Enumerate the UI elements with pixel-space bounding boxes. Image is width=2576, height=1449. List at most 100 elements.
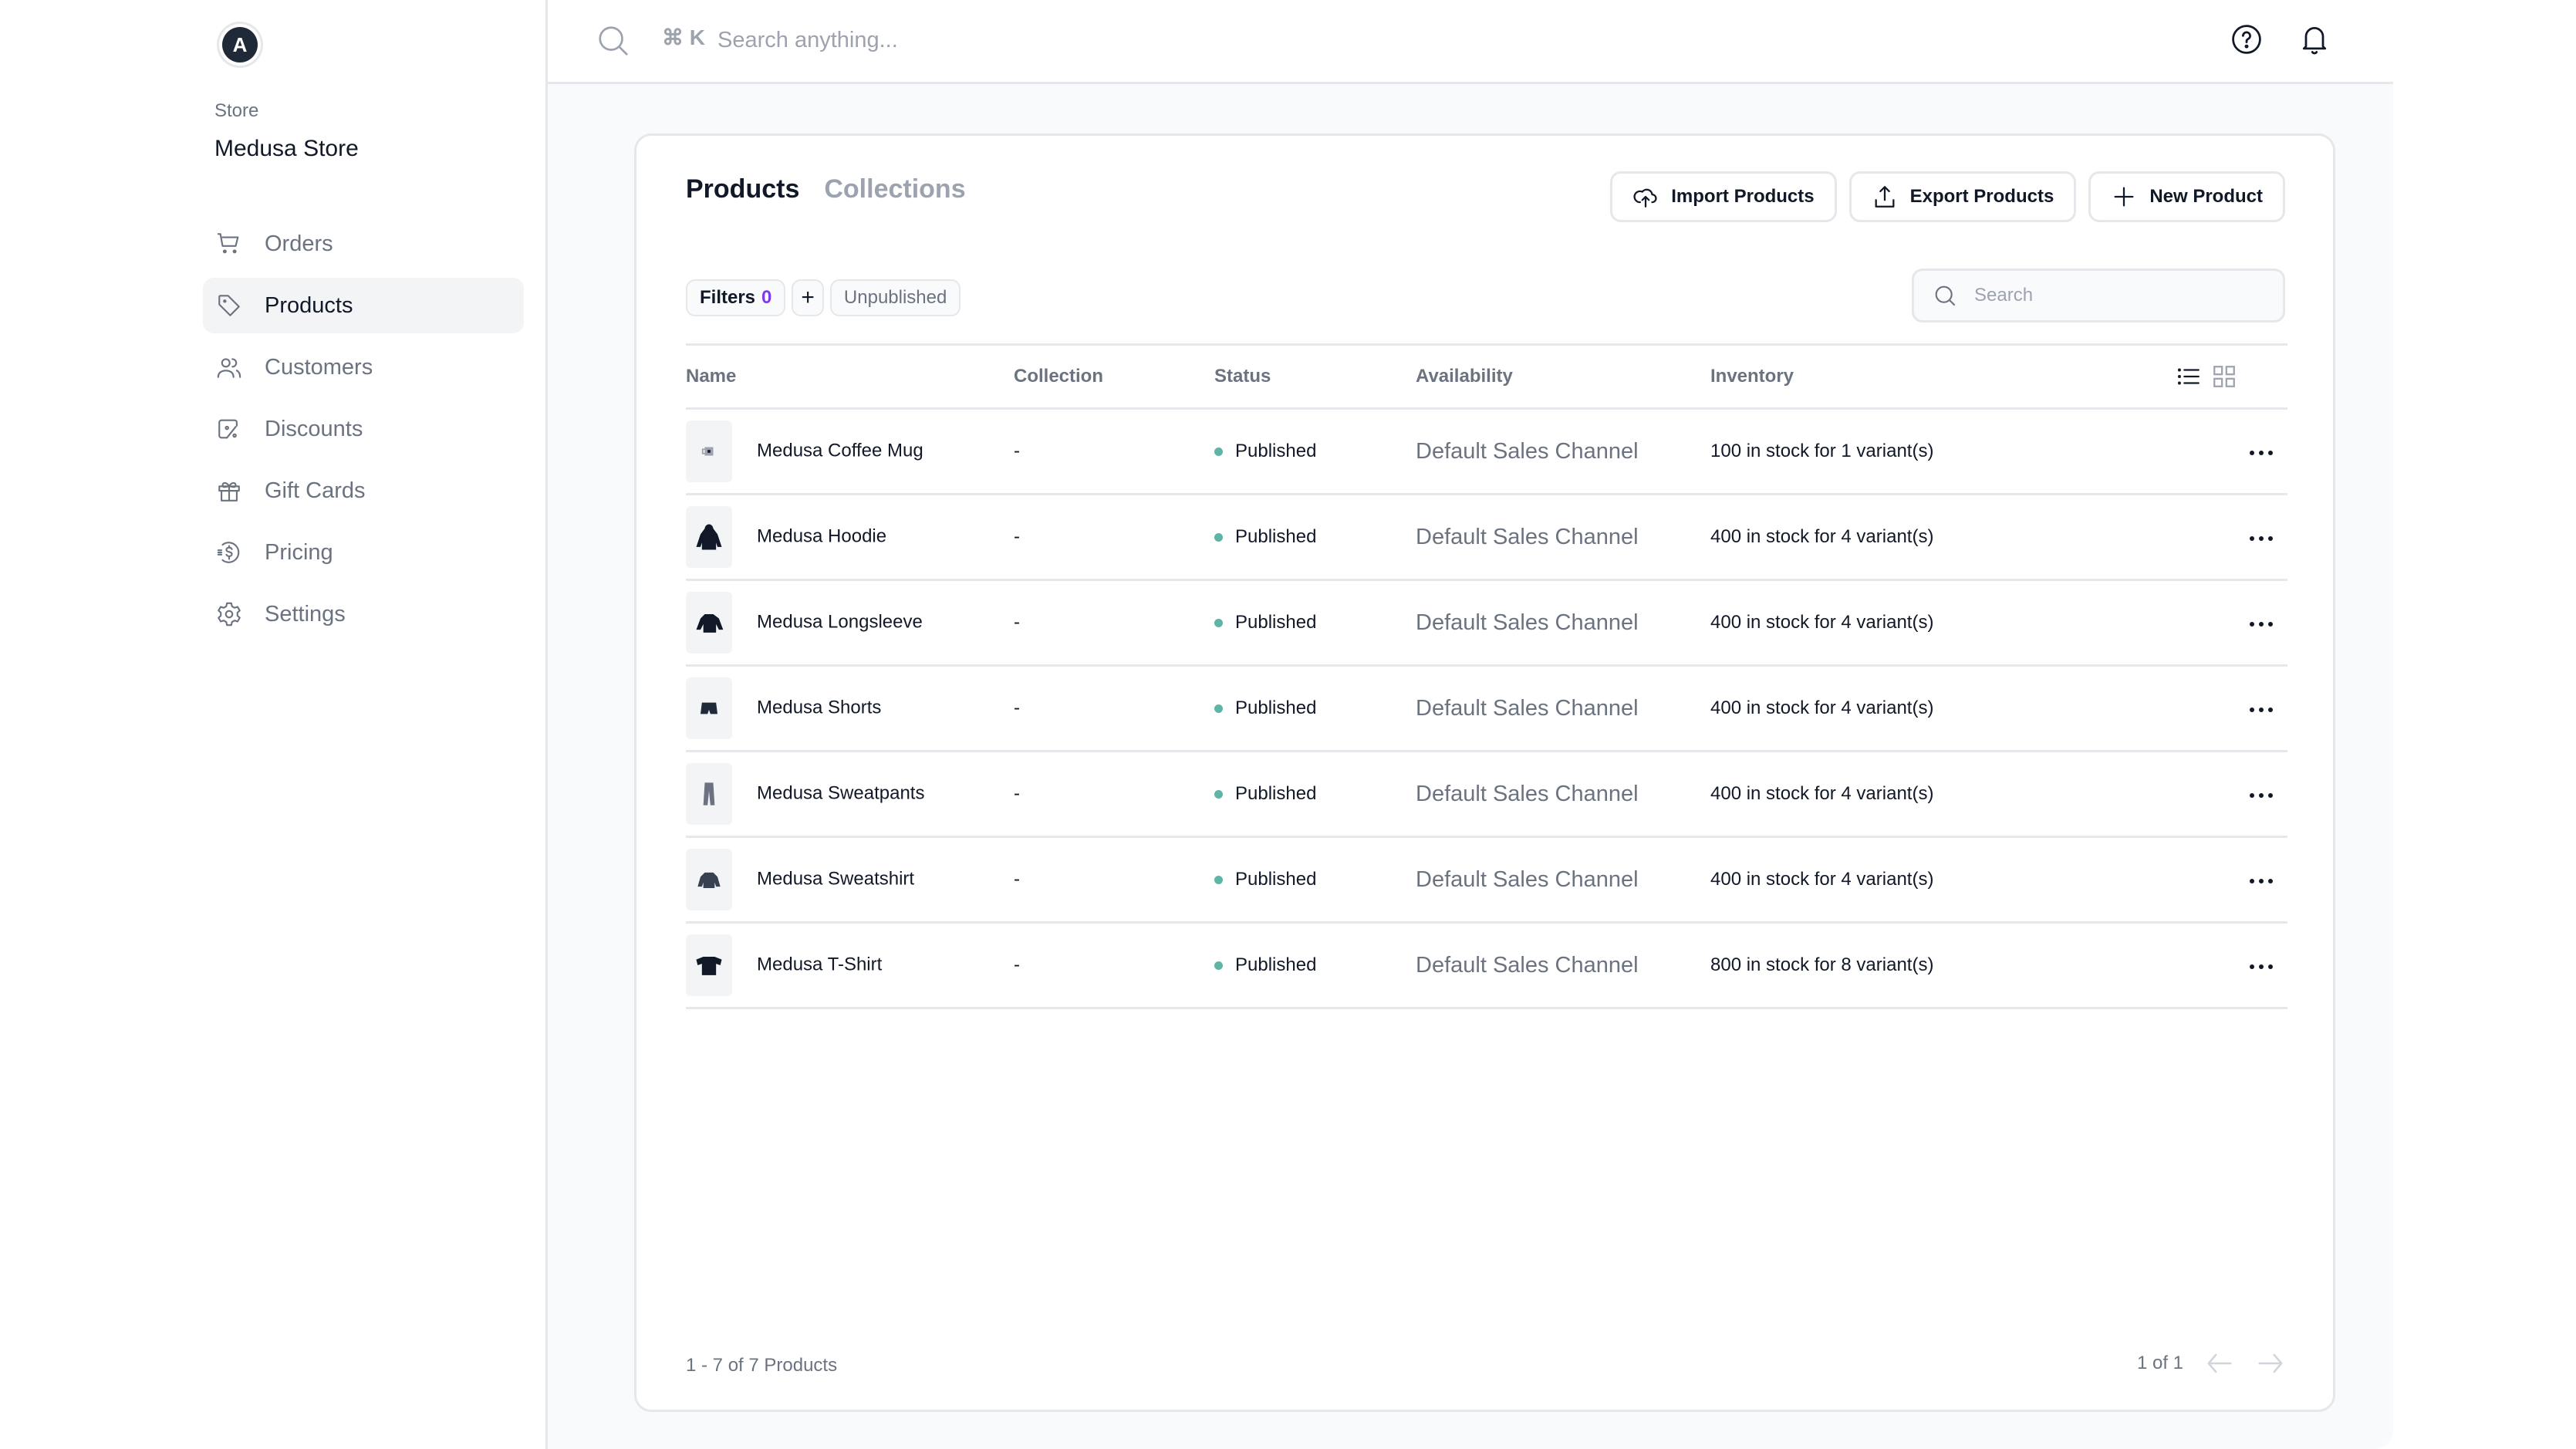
cell-status: Published <box>1214 408 1416 495</box>
new-product-button[interactable]: New Product <box>2088 171 2285 222</box>
import-products-button[interactable]: Import Products <box>1610 171 1837 222</box>
sidebar-nav: Orders Products Customers Discounts Gift… <box>203 216 524 648</box>
more-options-icon[interactable] <box>2247 877 2275 885</box>
discount-icon <box>215 415 243 443</box>
more-options-icon[interactable] <box>2247 449 2275 457</box>
plus-icon <box>2114 187 2134 207</box>
more-options-icon[interactable] <box>2247 620 2275 628</box>
cell-actions <box>2096 665 2287 752</box>
column-header-name[interactable]: Name <box>686 343 1014 410</box>
status-label: Published <box>1235 954 1317 975</box>
cell-inventory: 400 in stock for 4 variant(s) <box>1710 665 2096 752</box>
tab-products[interactable]: Products <box>686 174 799 204</box>
bell-icon[interactable] <box>2297 22 2331 56</box>
cell-inventory: 400 in stock for 4 variant(s) <box>1710 836 2096 924</box>
cell-name: Medusa Sweatpants <box>686 751 1014 838</box>
export-products-button[interactable]: Export Products <box>1848 171 2077 222</box>
table-row[interactable]: Medusa T-Shirt - Published Default Sales… <box>686 922 2287 1009</box>
table-row[interactable]: Medusa Sweatshirt - Published Default Sa… <box>686 836 2287 924</box>
sidebar-item-discounts[interactable]: Discounts <box>203 401 524 457</box>
column-header-inventory[interactable]: Inventory <box>1710 343 2096 410</box>
cell-name: Medusa Coffee Mug <box>686 408 1014 495</box>
inventory-label: 800 in stock for 8 variant(s) <box>1710 954 1934 975</box>
sidebar: A Store Medusa Store Orders Products Cus… <box>183 0 548 1449</box>
cell-actions <box>2096 836 2287 924</box>
inventory-label: 400 in stock for 4 variant(s) <box>1710 697 1934 718</box>
arrow-right-icon[interactable] <box>2256 1352 2285 1375</box>
table-search <box>1912 269 2285 323</box>
help-icon[interactable] <box>2230 22 2264 56</box>
cell-collection: - <box>1014 922 1214 1009</box>
gear-icon <box>215 600 243 628</box>
grid-view-icon[interactable] <box>2210 363 2238 390</box>
table-row[interactable]: Medusa Longsleeve - Published Default Sa… <box>686 579 2287 667</box>
sidebar-item-label: Settings <box>265 601 346 627</box>
sidebar-item-orders[interactable]: Orders <box>203 216 524 272</box>
sidebar-item-settings[interactable]: Settings <box>203 586 524 642</box>
search-icon <box>1935 285 1956 306</box>
list-view-icon[interactable] <box>2175 363 2203 390</box>
sidebar-item-customers[interactable]: Customers <box>203 339 524 395</box>
sidebar-item-pricing[interactable]: Pricing <box>203 525 524 580</box>
product-collection: - <box>1014 783 1020 804</box>
store-label: Store <box>214 100 259 121</box>
more-options-icon[interactable] <box>2247 535 2275 542</box>
status-dot <box>1214 704 1223 714</box>
cell-name: Medusa Longsleeve <box>686 579 1014 667</box>
product-thumbnail-hoodie <box>686 506 732 568</box>
sidebar-item-products[interactable]: Products <box>203 278 524 333</box>
pricing-icon <box>215 539 243 566</box>
more-options-icon[interactable] <box>2247 706 2275 714</box>
cell-availability: Default Sales Channel <box>1416 836 1710 924</box>
search-icon <box>599 26 628 56</box>
inventory-label: 400 in stock for 4 variant(s) <box>1710 869 1934 890</box>
cell-status: Published <box>1214 494 1416 581</box>
product-thumbnail-shorts <box>686 677 732 739</box>
status-dot <box>1214 448 1223 457</box>
global-search-input[interactable] <box>716 22 1336 59</box>
product-name: Medusa Sweatshirt <box>757 868 915 890</box>
arrow-left-icon[interactable] <box>2205 1352 2234 1375</box>
filters-button[interactable]: Filters 0 <box>686 279 786 316</box>
cell-collection: - <box>1014 408 1214 495</box>
product-collection: - <box>1014 697 1020 718</box>
sidebar-item-gift-cards[interactable]: Gift Cards <box>203 463 524 518</box>
cell-name: Medusa T-Shirt <box>686 922 1014 1009</box>
tab-bar: Products Collections <box>686 174 966 204</box>
cell-name: Medusa Shorts <box>686 665 1014 752</box>
product-collection: - <box>1014 526 1020 547</box>
table-row[interactable]: Medusa Coffee Mug - Published Default Sa… <box>686 408 2287 495</box>
results-count: 1 - 7 of 7 Products <box>686 1355 838 1376</box>
status-label: Published <box>1235 526 1317 547</box>
tab-collections[interactable]: Collections <box>824 174 965 204</box>
availability-label: Default Sales Channel <box>1416 610 1639 635</box>
table-search-input[interactable] <box>1973 284 2254 307</box>
more-options-icon[interactable] <box>2247 963 2275 971</box>
column-header-status[interactable]: Status <box>1214 343 1416 410</box>
saved-filter-unpublished[interactable]: Unpublished <box>829 279 961 316</box>
column-header-availability[interactable]: Availability <box>1416 343 1710 410</box>
avatar[interactable]: A <box>217 22 263 68</box>
cell-collection: - <box>1014 751 1214 838</box>
more-options-icon[interactable] <box>2247 792 2275 799</box>
availability-label: Default Sales Channel <box>1416 781 1639 806</box>
column-header-collection[interactable]: Collection <box>1014 343 1214 410</box>
status-label: Published <box>1235 697 1317 718</box>
table-row[interactable]: Medusa Shorts - Published Default Sales … <box>686 665 2287 752</box>
new-product-label: New Product <box>2149 186 2263 207</box>
import-products-label: Import Products <box>1671 186 1815 207</box>
inventory-label: 400 in stock for 4 variant(s) <box>1710 783 1934 804</box>
add-filter-button[interactable]: + <box>792 279 824 316</box>
product-name: Medusa T-Shirt <box>757 954 883 975</box>
avatar-initial: A <box>222 27 258 62</box>
product-collection: - <box>1014 869 1020 890</box>
inventory-label: 400 in stock for 4 variant(s) <box>1710 526 1934 547</box>
top-bar: ⌘ K <box>548 0 2393 84</box>
cell-availability: Default Sales Channel <box>1416 751 1710 838</box>
sidebar-item-label: Customers <box>265 354 373 380</box>
table-row[interactable]: Medusa Hoodie - Published Default Sales … <box>686 494 2287 581</box>
cell-collection: - <box>1014 579 1214 667</box>
sidebar-item-label: Gift Cards <box>265 478 366 503</box>
availability-label: Default Sales Channel <box>1416 695 1639 721</box>
table-row[interactable]: Medusa Sweatpants - Published Default Sa… <box>686 751 2287 838</box>
